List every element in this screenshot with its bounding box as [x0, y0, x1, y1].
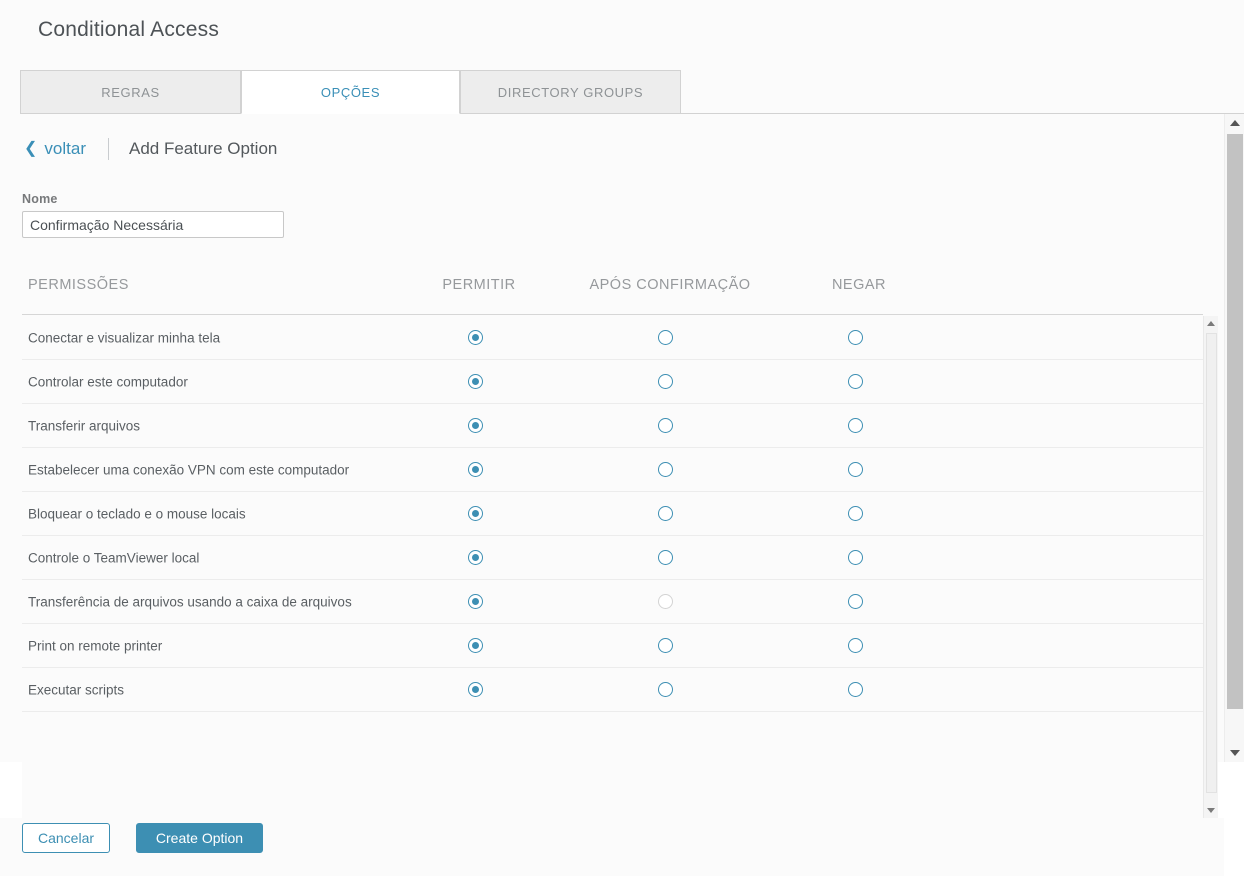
radio-allow[interactable] — [468, 330, 483, 345]
table-scrollbar[interactable] — [1203, 316, 1218, 818]
permission-label: Controlar este computador — [28, 374, 188, 389]
column-header-deny: NEGAR — [831, 277, 887, 293]
permission-label: Controle o TeamViewer local — [28, 550, 200, 565]
section-title: Add Feature Option — [128, 139, 278, 158]
tab-opcoes[interactable]: OPÇÕES — [241, 70, 460, 114]
tab-directory-groups-label: DIRECTORY GROUPS — [497, 84, 644, 100]
permission-label: Print on remote printer — [28, 638, 163, 653]
permission-label: Executar scripts — [28, 682, 125, 697]
permission-label: Transferência de arquivos usando a caixa… — [28, 594, 352, 609]
page-title: Conditional Access — [38, 18, 220, 41]
back-link[interactable]: ❮ voltar — [24, 139, 86, 159]
back-link-label: voltar — [44, 139, 86, 158]
cancel-button[interactable]: Cancelar — [22, 823, 110, 853]
table-scrollbar-thumb[interactable] — [1206, 333, 1217, 793]
permission-label: Estabelecer uma conexão VPN com este com… — [28, 462, 350, 477]
create-option-button[interactable]: Create Option — [136, 823, 263, 853]
cancel-button-label: Cancelar — [37, 830, 95, 846]
triangle-up-icon — [1207, 321, 1215, 326]
radio-after-confirmation[interactable] — [658, 374, 673, 389]
conditional-access-page: Conditional Access REGRAS OPÇÕES DIRECTO… — [0, 0, 1244, 876]
radio-after-confirmation[interactable] — [658, 462, 673, 477]
radio-deny[interactable] — [848, 594, 863, 609]
table-row: Transferir arquivos — [22, 404, 1203, 448]
table-row: Conectar e visualizar minha tela — [22, 316, 1203, 360]
table-row: Executar scripts — [22, 668, 1203, 712]
triangle-down-icon — [1229, 750, 1240, 756]
radio-allow[interactable] — [468, 418, 483, 433]
radio-after-confirmation[interactable] — [658, 418, 673, 433]
page-scrollbar-thumb[interactable] — [1227, 134, 1243, 709]
table-row: Controle o TeamViewer local — [22, 536, 1203, 580]
table-row: Bloquear o teclado e o mouse locais — [22, 492, 1203, 536]
tab-regras[interactable]: REGRAS — [20, 70, 241, 114]
table-row: Controlar este computador — [22, 360, 1203, 404]
radio-allow[interactable] — [468, 682, 483, 697]
permissions-table-header: PERMISSÕES PERMITIR APÓS CONFIRMAÇÃO NEG… — [22, 277, 1203, 315]
radio-deny[interactable] — [848, 638, 863, 653]
tab-directory-groups[interactable]: DIRECTORY GROUPS — [460, 70, 681, 114]
column-header-allow: PERMITIR — [442, 277, 516, 293]
chevron-left-icon: ❮ — [24, 140, 38, 157]
radio-deny[interactable] — [848, 506, 863, 521]
radio-after-confirmation — [658, 594, 673, 609]
tab-regras-label: REGRAS — [101, 84, 160, 100]
radio-allow[interactable] — [468, 638, 483, 653]
permissions-table-body: Conectar e visualizar minha tela Controla… — [22, 316, 1203, 818]
radio-deny[interactable] — [848, 462, 863, 477]
page-scroll-up-button[interactable] — [1225, 114, 1244, 132]
radio-after-confirmation[interactable] — [658, 550, 673, 565]
triangle-up-icon — [1229, 120, 1240, 126]
radio-after-confirmation[interactable] — [658, 506, 673, 521]
create-option-button-label: Create Option — [155, 830, 244, 846]
radio-deny[interactable] — [848, 682, 863, 697]
subheader-divider — [107, 138, 109, 160]
tab-opcoes-label: OPÇÕES — [320, 84, 381, 100]
table-scroll-down-button[interactable] — [1204, 803, 1218, 818]
radio-allow[interactable] — [468, 594, 483, 609]
column-header-permissions: PERMISSÕES — [28, 277, 129, 293]
page-scrollbar[interactable] — [1224, 114, 1244, 762]
page-scroll-down-button[interactable] — [1225, 744, 1244, 762]
table-scroll-up-button[interactable] — [1204, 316, 1218, 331]
permission-label: Transferir arquivos — [28, 418, 141, 433]
radio-deny[interactable] — [848, 418, 863, 433]
name-field-label: Nome — [22, 192, 58, 206]
subheader: ❮ voltar Add Feature Option — [24, 136, 277, 162]
column-header-after-confirmation: APÓS CONFIRMAÇÃO — [589, 277, 751, 293]
content-pane: ❮ voltar Add Feature Option Nome PERMISS… — [0, 114, 1224, 876]
permission-label: Bloquear o teclado e o mouse locais — [28, 506, 246, 521]
radio-allow[interactable] — [468, 550, 483, 565]
radio-allow[interactable] — [468, 462, 483, 477]
radio-deny[interactable] — [848, 330, 863, 345]
radio-after-confirmation[interactable] — [658, 330, 673, 345]
radio-deny[interactable] — [848, 374, 863, 389]
form-actions: Cancelar Create Option — [0, 818, 1224, 876]
radio-allow[interactable] — [468, 374, 483, 389]
radio-deny[interactable] — [848, 550, 863, 565]
permission-label: Conectar e visualizar minha tela — [28, 330, 221, 345]
name-input[interactable] — [22, 211, 284, 238]
table-row: Print on remote printer — [22, 624, 1203, 668]
triangle-down-icon — [1207, 808, 1215, 813]
radio-after-confirmation[interactable] — [658, 638, 673, 653]
table-row: Transferência de arquivos usando a caixa… — [22, 580, 1203, 624]
radio-allow[interactable] — [468, 506, 483, 521]
radio-after-confirmation[interactable] — [658, 682, 673, 697]
table-row: Estabelecer uma conexão VPN com este com… — [22, 448, 1203, 492]
tab-bar: REGRAS OPÇÕES DIRECTORY GROUPS — [20, 70, 1244, 114]
